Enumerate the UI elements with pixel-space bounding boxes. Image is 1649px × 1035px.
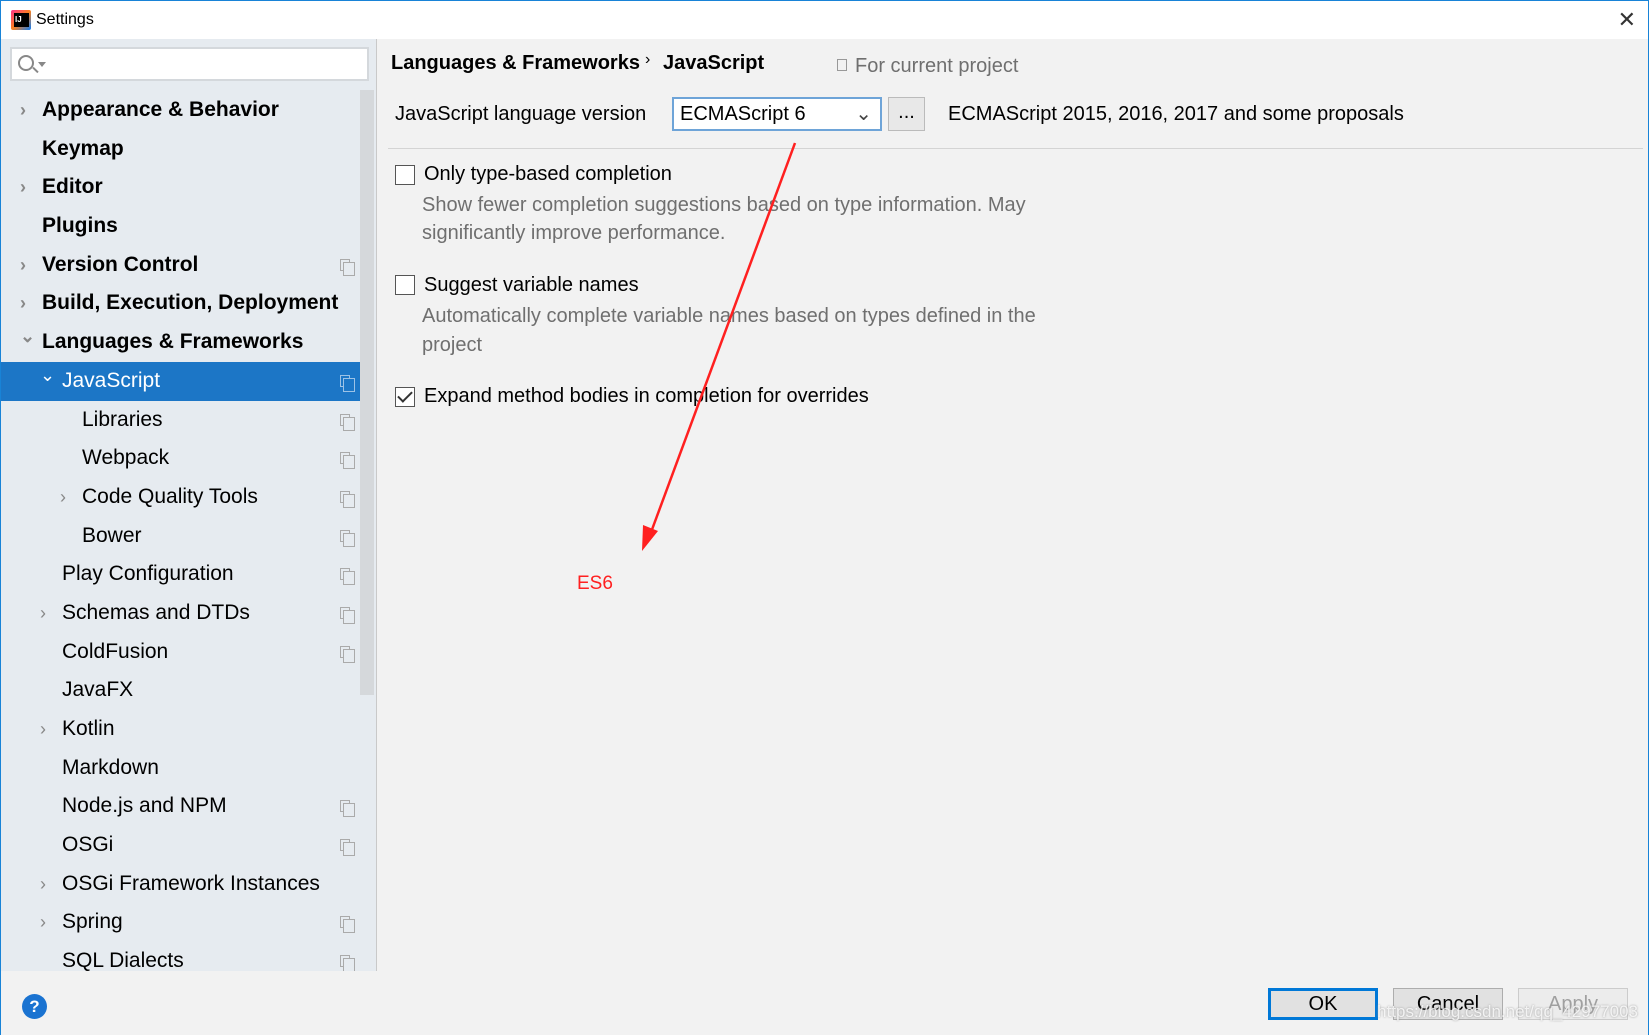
project-scope-icon <box>340 955 355 971</box>
chevron-right-icon[interactable]: › <box>20 91 26 130</box>
sidebar-item-editor[interactable]: › Editor <box>1 168 361 207</box>
window-title: Settings <box>36 11 94 28</box>
sidebar-item-label: Code Quality Tools <box>82 484 258 508</box>
project-scope-icon <box>340 529 355 547</box>
sidebar-item-label: Bower <box>82 523 142 547</box>
sidebar-item-label: JavaFX <box>62 678 134 702</box>
arrow-line <box>648 142 797 536</box>
sidebar-item-spring[interactable]: › Spring <box>1 903 361 942</box>
annotation-arrow <box>642 142 797 551</box>
chevron-down-icon[interactable]: ⌄ <box>20 317 35 356</box>
intellij-logo-icon <box>11 10 31 30</box>
chevron-right-icon[interactable]: › <box>40 903 46 942</box>
project-scope-icon <box>340 839 355 857</box>
sidebar-item-label: Appearance & Behavior <box>42 98 279 121</box>
sidebar-item-build-execution-deployment[interactable]: › Build, Execution, Deployment <box>1 284 361 323</box>
sidebar: › Appearance & Behavior Keymap › Editor Plugi… <box>1 39 377 971</box>
sidebar-item-label: Node.js and NPM <box>62 794 227 818</box>
sidebar-item-label: ColdFusion <box>62 639 169 663</box>
sidebar-item-markdown[interactable]: Markdown <box>1 749 361 788</box>
project-scope-icon <box>340 490 355 508</box>
chevron-right-icon[interactable]: › <box>40 594 46 633</box>
footer: ? OK Cancel Apply https://blog.csdn.net/… <box>1 971 1648 1035</box>
close-icon[interactable]: ✕ <box>1618 7 1636 33</box>
caret-down-icon[interactable] <box>38 62 46 71</box>
annotation-label: ES6 <box>577 573 613 594</box>
project-scope-icon <box>340 916 355 934</box>
sidebar-item-label: Plugins <box>42 214 118 238</box>
project-scope-icon <box>340 606 355 624</box>
sidebar-item-label: Version Control <box>42 252 199 276</box>
sidebar-item-bower[interactable]: Bower <box>1 517 361 556</box>
main-panel: Languages & Frameworks › JavaScript For … <box>378 39 1648 971</box>
sidebar-item-label: JavaScript <box>62 368 161 392</box>
sidebar-item-kotlin[interactable]: › Kotlin <box>1 710 361 749</box>
sidebar-item-version-control[interactable]: › Version Control <box>1 246 361 285</box>
sidebar-item-label: Kotlin <box>62 717 115 740</box>
sidebar-item-play-configuration[interactable]: Play Configuration <box>1 555 361 594</box>
help-icon[interactable]: ? <box>22 994 47 1019</box>
sidebar-item-plugins[interactable]: Plugins <box>1 207 361 246</box>
sidebar-item-label: Play Configuration <box>62 562 234 586</box>
project-scope-icon <box>340 258 355 276</box>
ok-button[interactable]: OK <box>1268 988 1378 1020</box>
chevron-right-icon[interactable]: › <box>20 168 26 207</box>
chevron-right-icon[interactable]: › <box>40 865 46 904</box>
sidebar-item-javascript[interactable]: ⌄ JavaScript <box>1 361 361 401</box>
watermark: https://blog.csdn.net/qq_42977003 <box>1377 1002 1638 1021</box>
sidebar-item-label: Build, Execution, Deployment <box>42 291 339 315</box>
sidebar-item-label: Spring <box>62 910 123 934</box>
sidebar-item-label: Libraries <box>82 407 163 431</box>
sidebar-item-osgi-framework-instances[interactable]: › OSGi Framework Instances <box>1 865 361 904</box>
sidebar-item-node-js-and-npm[interactable]: Node.js and NPM <box>1 787 361 826</box>
arrow-head-icon <box>642 525 658 551</box>
sidebar-item-coldfusion[interactable]: ColdFusion <box>1 633 361 672</box>
project-scope-icon <box>340 452 355 470</box>
sidebar-item-javafx[interactable]: JavaFX <box>1 671 361 710</box>
sidebar-item-label: Schemas and DTDs <box>62 600 250 624</box>
sidebar-item-label: Markdown <box>62 755 159 779</box>
chevron-right-icon[interactable]: › <box>20 246 26 285</box>
title-bar: Settings ✕ <box>1 1 1648 39</box>
sidebar-item-keymap[interactable]: Keymap <box>1 130 361 169</box>
settings-tree: › Appearance & Behavior Keymap › Editor Plugi… <box>1 91 361 971</box>
project-scope-icon <box>340 645 355 663</box>
project-scope-icon <box>340 374 355 392</box>
sidebar-item-libraries[interactable]: Libraries <box>1 401 361 440</box>
sidebar-item-label: Keymap <box>42 136 124 160</box>
sidebar-item-appearance-behavior[interactable]: › Appearance & Behavior <box>1 91 361 130</box>
sidebar-item-label: Languages & Frameworks <box>42 330 304 354</box>
chevron-down-icon[interactable]: ⌄ <box>40 356 55 395</box>
sidebar-item-osgi[interactable]: OSGi <box>1 826 361 865</box>
project-scope-icon <box>340 568 355 586</box>
search-input[interactable] <box>10 47 369 81</box>
sidebar-item-label: SQL Dialects <box>62 949 184 971</box>
chevron-right-icon[interactable]: › <box>60 478 66 517</box>
chevron-right-icon[interactable]: › <box>40 710 46 749</box>
sidebar-item-label: Editor <box>42 175 103 199</box>
sidebar-scrollbar[interactable] <box>360 90 374 695</box>
sidebar-item-label: OSGi <box>62 833 114 857</box>
sidebar-item-webpack[interactable]: Webpack <box>1 439 361 478</box>
search-icon <box>18 55 34 71</box>
project-scope-icon <box>340 800 355 818</box>
sidebar-item-code-quality-tools[interactable]: › Code Quality Tools <box>1 478 361 517</box>
sidebar-item-sql-dialects[interactable]: SQL Dialects <box>1 942 361 971</box>
sidebar-item-schemas-and-dtds[interactable]: › Schemas and DTDs <box>1 594 361 633</box>
project-scope-icon <box>340 413 355 431</box>
sidebar-item-label: OSGi Framework Instances <box>62 871 320 895</box>
sidebar-item-label: Webpack <box>82 446 170 470</box>
